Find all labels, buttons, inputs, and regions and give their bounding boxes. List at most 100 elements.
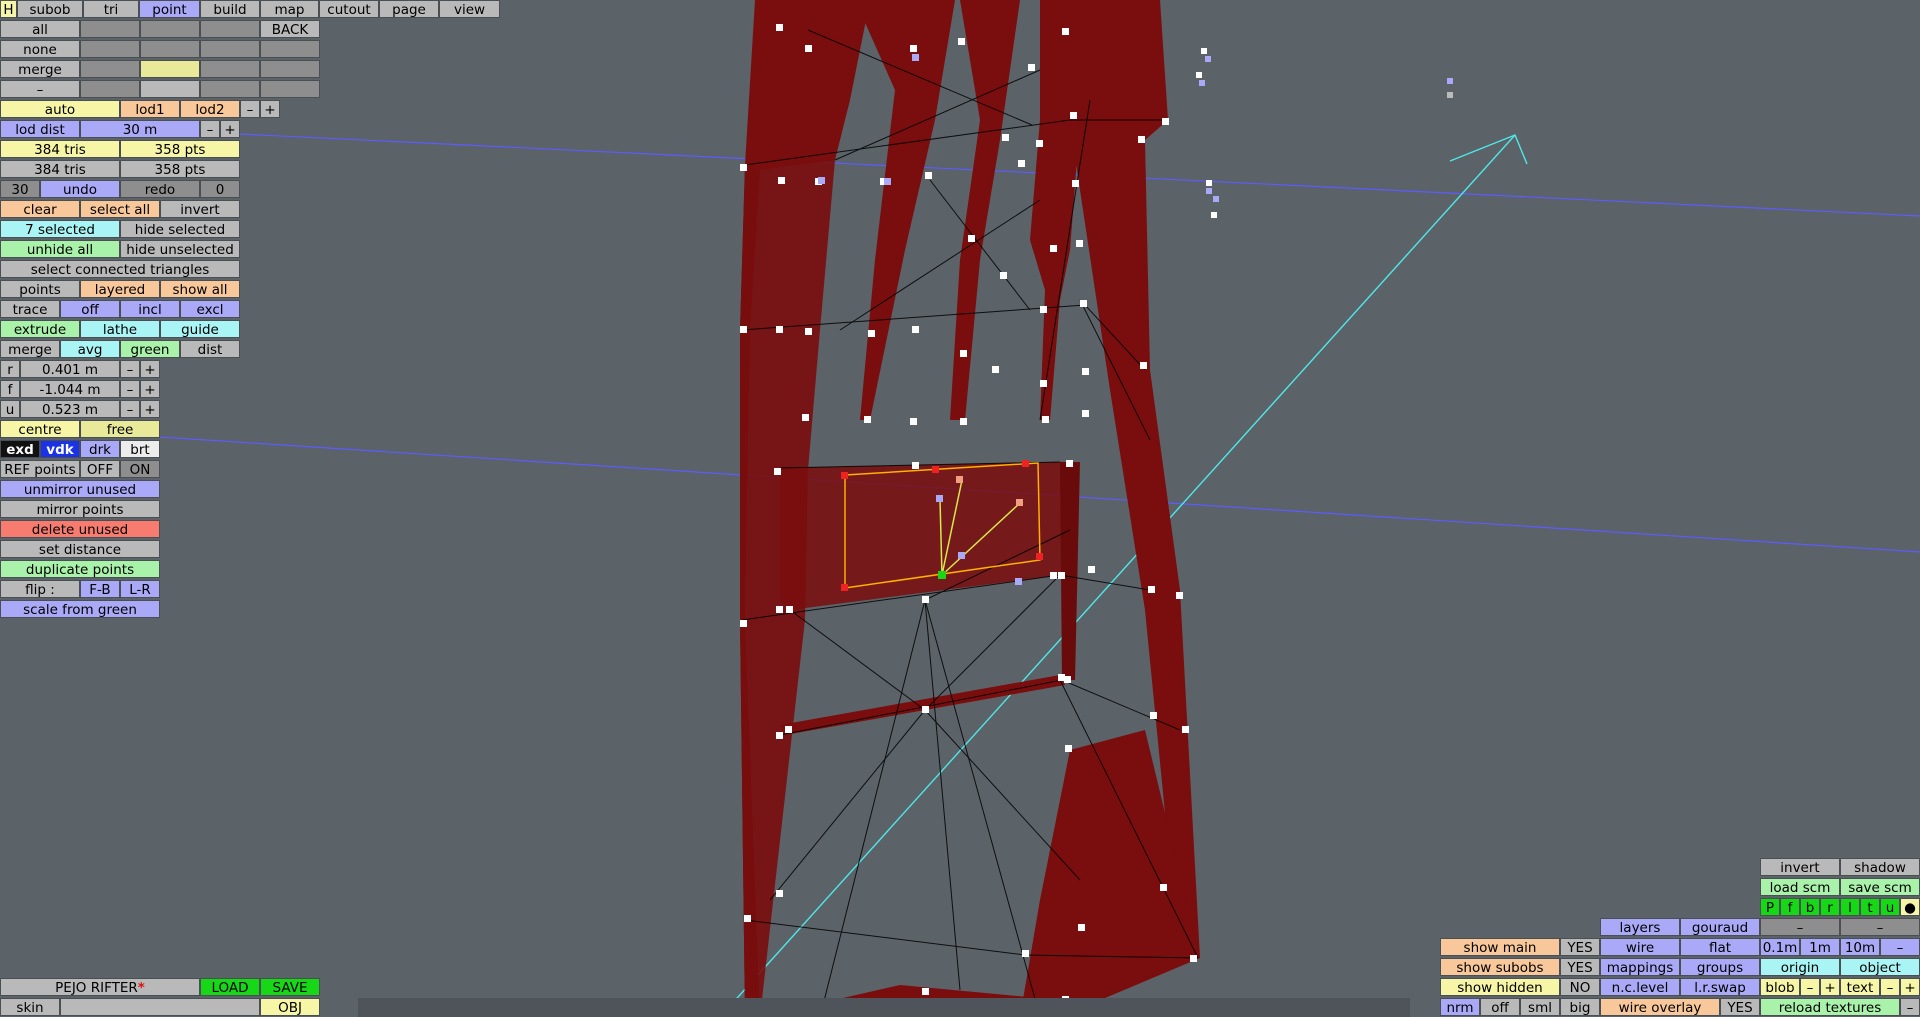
lod-plus-button[interactable]: + (260, 100, 280, 118)
layered-button[interactable]: layered (80, 280, 160, 298)
reload-textures-button[interactable]: reload textures (1760, 998, 1900, 1016)
view-f-button[interactable]: f (1780, 898, 1800, 916)
grid-cell[interactable] (80, 40, 140, 58)
free-button[interactable]: free (80, 420, 160, 438)
save-button[interactable]: SAVE (260, 978, 320, 996)
hide-unselected-button[interactable]: hide unselected (120, 240, 240, 258)
invert-display-button[interactable]: invert (1760, 858, 1840, 876)
menu-view[interactable]: view (439, 0, 500, 18)
menu-subob[interactable]: subob (17, 0, 83, 18)
menu-cutout[interactable]: cutout (319, 0, 379, 18)
sml-button[interactable]: sml (1520, 998, 1560, 1016)
trace-off-button[interactable]: off (60, 300, 120, 318)
ref-off-button[interactable]: OFF (80, 460, 120, 478)
show-hidden-value[interactable]: NO (1560, 978, 1600, 996)
flip-lr-button[interactable]: L-R (120, 580, 160, 598)
grid-cell[interactable] (200, 80, 260, 98)
coord-r-minus[interactable]: – (120, 360, 140, 378)
grid-cell[interactable] (80, 80, 140, 98)
grid-cell[interactable] (260, 80, 320, 98)
skin-field[interactable] (60, 998, 260, 1016)
coord-value-f[interactable]: -1.044 m (20, 380, 120, 398)
obj-button[interactable]: OBJ (260, 998, 320, 1016)
mirror-points-button[interactable]: mirror points (0, 500, 160, 518)
model-name[interactable]: PEJO RIFTER* (0, 978, 200, 996)
coord-u-plus[interactable]: + (140, 400, 160, 418)
view-t-button[interactable]: t (1860, 898, 1880, 916)
lod2-button[interactable]: lod2 (180, 100, 240, 118)
trace-excl-button[interactable]: excl (180, 300, 240, 318)
view-u-button[interactable]: u (1880, 898, 1900, 916)
dot-button[interactable]: ● (1900, 898, 1920, 916)
layers-button[interactable]: layers (1600, 918, 1680, 936)
view-p-button[interactable]: P (1760, 898, 1780, 916)
reload-dash-button[interactable]: – (1900, 998, 1920, 1016)
lod-dist-value[interactable]: 30 m (80, 120, 200, 138)
coord-f-minus[interactable]: – (120, 380, 140, 398)
grid-cell[interactable] (200, 40, 260, 58)
trace-incl-button[interactable]: incl (120, 300, 180, 318)
menu-build[interactable]: build (200, 0, 260, 18)
load-scm-button[interactable]: load scm (1760, 878, 1840, 896)
unhide-all-button[interactable]: unhide all (0, 240, 120, 258)
coord-f-plus[interactable]: + (140, 380, 160, 398)
undo-button[interactable]: undo (40, 180, 120, 198)
ref-on-button[interactable]: ON (120, 460, 160, 478)
blob-button[interactable]: blob (1760, 978, 1800, 996)
lod-auto-button[interactable]: auto (0, 100, 120, 118)
unmirror-unused-button[interactable]: unmirror unused (0, 480, 160, 498)
shadow-button[interactable]: shadow (1840, 858, 1920, 876)
show-hidden-label[interactable]: show hidden (1440, 978, 1560, 996)
redo-button[interactable]: redo (120, 180, 200, 198)
groups-button[interactable]: groups (1680, 958, 1760, 976)
menu-page[interactable]: page (379, 0, 439, 18)
set-distance-button[interactable]: set distance (0, 540, 160, 558)
save-scm-button[interactable]: save scm (1840, 878, 1920, 896)
grid-cell[interactable] (80, 20, 140, 38)
menu-map[interactable]: map (260, 0, 319, 18)
mappings-button[interactable]: mappings (1600, 958, 1680, 976)
origin-button[interactable]: origin (1760, 958, 1840, 976)
exd-button[interactable]: exd (0, 440, 40, 458)
select-all-grid-button[interactable]: all (0, 20, 80, 38)
view-r-button[interactable]: r (1820, 898, 1840, 916)
brt-button[interactable]: brt (120, 440, 160, 458)
coord-r-plus[interactable]: + (140, 360, 160, 378)
coord-u-minus[interactable]: – (120, 400, 140, 418)
text-button[interactable]: text (1840, 978, 1880, 996)
invert-selection-button[interactable]: invert (160, 200, 240, 218)
grid-cell[interactable] (200, 20, 260, 38)
step-1m-button[interactable]: 1m (1800, 938, 1840, 956)
grid-cell[interactable] (140, 40, 200, 58)
green-button[interactable]: green (120, 340, 180, 358)
merge-mode-button[interactable]: merge (0, 340, 60, 358)
grid-cell[interactable] (260, 40, 320, 58)
points-mode-button[interactable]: points (0, 280, 80, 298)
coord-value-u[interactable]: 0.523 m (20, 400, 120, 418)
lod-dist-plus[interactable]: + (220, 120, 240, 138)
view-l-button[interactable]: l (1840, 898, 1860, 916)
vdk-button[interactable]: vdk (40, 440, 80, 458)
text-minus-button[interactable]: – (1880, 978, 1900, 996)
show-all-button[interactable]: show all (160, 280, 240, 298)
load-button[interactable]: LOAD (200, 978, 260, 996)
duplicate-points-button[interactable]: duplicate points (0, 560, 160, 578)
step-10m-button[interactable]: 10m (1840, 938, 1880, 956)
grid-cell-highlighted[interactable] (140, 60, 200, 78)
object-button[interactable]: object (1840, 958, 1920, 976)
blob-plus-button[interactable]: + (1820, 978, 1840, 996)
lod-dist-minus[interactable]: – (200, 120, 220, 138)
lr-swap-button[interactable]: l.r.swap (1680, 978, 1760, 996)
gouraud-button[interactable]: gouraud (1680, 918, 1760, 936)
clear-button[interactable]: clear (0, 200, 80, 218)
lod-minus-button[interactable]: – (240, 100, 260, 118)
blob-minus-button[interactable]: – (1800, 978, 1820, 996)
lod1-button[interactable]: lod1 (120, 100, 180, 118)
wire-overlay-value[interactable]: YES (1720, 998, 1760, 1016)
3d-viewport[interactable] (0, 0, 1920, 1017)
back-button[interactable]: BACK (260, 20, 320, 38)
show-subobs-value[interactable]: YES (1560, 958, 1600, 976)
show-main-label[interactable]: show main (1440, 938, 1560, 956)
menu-tri[interactable]: tri (83, 0, 139, 18)
grid-cell[interactable] (140, 20, 200, 38)
